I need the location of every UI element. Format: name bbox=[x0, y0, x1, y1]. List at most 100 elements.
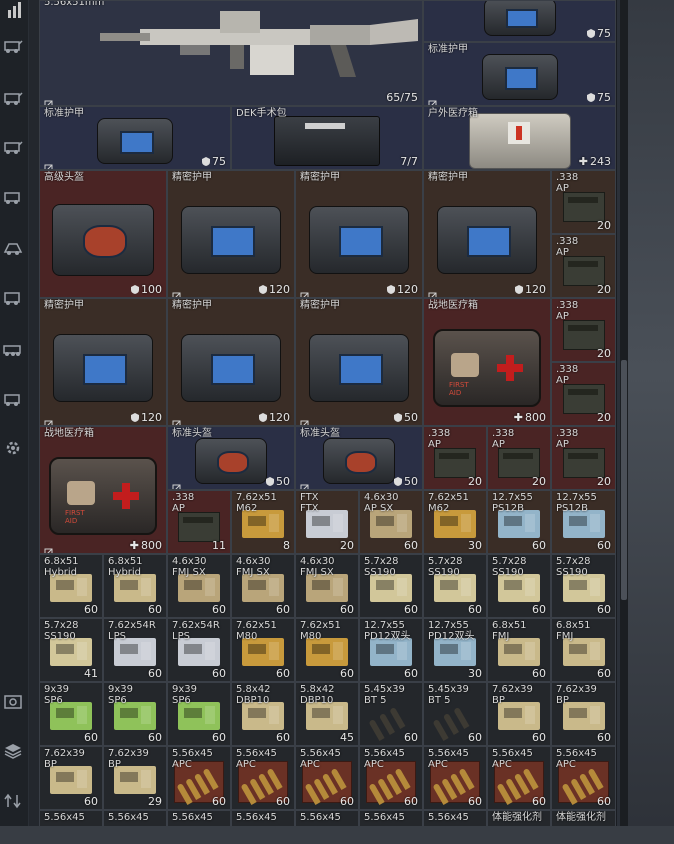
ammo-slot[interactable]: 5.45x39 BT 5 60 bbox=[423, 682, 487, 746]
helmet-slot[interactable]: 高级头盔 100 bbox=[39, 170, 167, 298]
ammo-slot[interactable]: 4.6x30 FMJ SX 60 bbox=[167, 554, 231, 618]
ammo-slot[interactable]: 7.62x51 M62 8 bbox=[231, 490, 295, 554]
ammo-slot[interactable]: 5.56x45 bbox=[295, 810, 359, 826]
ammo-slot[interactable]: 7.62x54R LPS 60 bbox=[103, 618, 167, 682]
armor-slot[interactable]: 标准护甲 75 bbox=[39, 106, 231, 170]
ammo-slot[interactable]: 5.45x39 BT 5 60 bbox=[359, 682, 423, 746]
camera-icon[interactable] bbox=[2, 690, 24, 712]
ammo-slot[interactable]: FTX FTX 20 bbox=[295, 490, 359, 554]
ammo-slot[interactable]: 5.56x45 APC 60 bbox=[295, 746, 359, 810]
ammo-slot[interactable]: 7.62x51 M62 30 bbox=[423, 490, 487, 554]
ammo-slot[interactable]: 5.56x45 APC 60 bbox=[551, 746, 616, 810]
item-count: 60 bbox=[276, 603, 290, 616]
ammo-slot[interactable]: 9x39 SP6 60 bbox=[39, 682, 103, 746]
armor-slot[interactable]: 精密护甲 120 bbox=[167, 170, 295, 298]
ammo-slot[interactable]: 12.7x55 PD12双头 60 bbox=[359, 618, 423, 682]
rifle-slot[interactable]: 5.56x51mm 65/75 bbox=[39, 0, 423, 106]
ammo-box-image bbox=[562, 510, 605, 539]
lock-icon bbox=[300, 414, 309, 425]
ammo-slot[interactable]: 5.56x45 APC 60 bbox=[231, 746, 295, 810]
ammo-slot[interactable]: .338 AP 20 bbox=[551, 170, 616, 234]
vehicle-icon[interactable] bbox=[2, 135, 24, 157]
ammo-slot[interactable]: 7.62x54R LPS 60 bbox=[167, 618, 231, 682]
armor-slot[interactable]: 标准护甲 75 bbox=[423, 42, 616, 106]
ammo-slot[interactable]: 6.8x51 FMJ 60 bbox=[551, 618, 616, 682]
ammo-slot[interactable]: 12.7x55 PS12B 60 bbox=[487, 490, 551, 554]
ammo-slot[interactable]: 5.56x45 bbox=[39, 810, 103, 826]
item-name: 标准护甲 bbox=[428, 44, 468, 55]
vehicle-icon[interactable] bbox=[2, 236, 24, 258]
ammo-slot[interactable]: 5.7x28 SS190 60 bbox=[551, 554, 616, 618]
ammo-slot[interactable]: 5.56x45 bbox=[423, 810, 487, 826]
ammo-slot[interactable]: .338 AP 20 bbox=[551, 234, 616, 298]
helmet-slot[interactable]: 标准头盔 50 bbox=[167, 426, 295, 490]
ammo-slot[interactable]: 6.8x51 Hybrid 60 bbox=[103, 554, 167, 618]
armor-slot[interactable]: 75 bbox=[423, 0, 616, 42]
ammo-slot[interactable]: 7.62x39 BP 29 bbox=[103, 746, 167, 810]
ammo-slot[interactable]: 4.6x30 AP SX 60 bbox=[359, 490, 423, 554]
ammo-slot[interactable]: 9x39 SP6 60 bbox=[167, 682, 231, 746]
scrollbar-thumb[interactable] bbox=[621, 360, 627, 600]
ammo-slot[interactable]: 6.8x51 Hybrid 60 bbox=[39, 554, 103, 618]
ammo-slot[interactable]: 5.56x45 APC 60 bbox=[359, 746, 423, 810]
ammo-slot[interactable]: .338 AP 11 bbox=[167, 490, 231, 554]
ammo-slot[interactable]: .338 AP 20 bbox=[551, 426, 616, 490]
armor-slot[interactable]: 精密护甲 120 bbox=[167, 298, 295, 426]
ammo-slot[interactable]: 5.8x42 DBP10 60 bbox=[231, 682, 295, 746]
ammo-slot[interactable]: 12.7x55 PD12双头 30 bbox=[423, 618, 487, 682]
ammo-slot[interactable]: 7.62x51 M80 60 bbox=[295, 618, 359, 682]
ammo-slot[interactable]: 5.56x45 bbox=[103, 810, 167, 826]
ammo-slot[interactable]: 5.56x45 bbox=[359, 810, 423, 826]
ammo-slot[interactable]: 7.62x39 BP 60 bbox=[39, 746, 103, 810]
ammo-slot[interactable]: 5.7x28 SS190 60 bbox=[423, 554, 487, 618]
gear-icon[interactable] bbox=[2, 437, 24, 459]
ammo-slot[interactable]: 7.62x39 BP 60 bbox=[551, 682, 616, 746]
ammo-slot[interactable]: 9x39 SP6 60 bbox=[103, 682, 167, 746]
armor-slot[interactable]: 精密护甲 120 bbox=[295, 170, 423, 298]
armor-slot[interactable]: 精密护甲 120 bbox=[39, 298, 167, 426]
field-medkit-slot[interactable]: 战地医疗箱 FIRST AID ✚ 800 bbox=[39, 426, 167, 554]
ammo-slot[interactable]: 5.7x28 SS190 60 bbox=[487, 554, 551, 618]
vehicle-icon[interactable] bbox=[2, 286, 24, 308]
item-count: 60 bbox=[532, 667, 546, 680]
ammo-slot[interactable]: 6.8x51 FMJ 60 bbox=[487, 618, 551, 682]
vehicle-icon[interactable] bbox=[2, 86, 24, 108]
ammo-slot[interactable]: 7.62x39 BP 60 bbox=[487, 682, 551, 746]
ammo-slot[interactable]: 5.8x42 DBP10 45 bbox=[295, 682, 359, 746]
layers-icon[interactable] bbox=[2, 740, 24, 762]
item-count: 60 bbox=[340, 795, 354, 808]
ammo-slot[interactable]: 体能强化剂 bbox=[551, 810, 616, 826]
ammo-slot[interactable]: 4.6x30 FMJ SX 60 bbox=[231, 554, 295, 618]
helmet-slot[interactable]: 标准头盔 50 bbox=[295, 426, 423, 490]
ammo-slot[interactable]: .338 AP 20 bbox=[551, 362, 616, 426]
ammo-slot[interactable]: 5.56x45 APC 60 bbox=[423, 746, 487, 810]
vehicle-icon[interactable] bbox=[2, 185, 24, 207]
armor-slot[interactable]: 精密护甲 120 bbox=[423, 170, 551, 298]
ammo-slot[interactable]: .338 AP 20 bbox=[487, 426, 551, 490]
ammo-slot[interactable]: 5.56x45 bbox=[231, 810, 295, 826]
scrollbar[interactable] bbox=[620, 0, 628, 826]
ammo-slot[interactable]: .338 AP 20 bbox=[423, 426, 487, 490]
vehicle-icon[interactable] bbox=[2, 337, 24, 359]
ammo-slot[interactable]: .338 AP 20 bbox=[551, 298, 616, 362]
ammo-slot[interactable]: 12.7x55 PS12B 60 bbox=[551, 490, 616, 554]
surgery-kit-slot[interactable]: DEK手术包 7/7 bbox=[231, 106, 423, 170]
ammo-slot[interactable]: 体能强化剂 bbox=[487, 810, 551, 826]
field-medkit-slot[interactable]: 战地医疗箱 FIRST AID ✚ 800 bbox=[423, 298, 551, 426]
vehicle-icon[interactable] bbox=[2, 34, 24, 56]
ammo-slot[interactable]: 4.6x30 FMJ SX 60 bbox=[295, 554, 359, 618]
transfer-icon[interactable] bbox=[2, 790, 24, 812]
ammo-slot[interactable]: 5.7x28 SS190 60 bbox=[359, 554, 423, 618]
medkit-slot[interactable]: 户外医疗箱 ✚ 243 bbox=[423, 106, 616, 170]
item-name: 5.8x42 DBP10 bbox=[236, 684, 271, 706]
signal-icon[interactable] bbox=[2, 0, 24, 22]
ammo-slot[interactable]: 5.7x28 SS190 41 bbox=[39, 618, 103, 682]
helmet-image bbox=[323, 438, 395, 485]
ammo-slot[interactable]: 7.62x51 M80 60 bbox=[231, 618, 295, 682]
ammo-slot[interactable]: 5.56x45 bbox=[167, 810, 231, 826]
durability-icon bbox=[259, 413, 267, 422]
ammo-slot[interactable]: 5.56x45 APC 60 bbox=[167, 746, 231, 810]
vehicle-icon[interactable] bbox=[2, 387, 24, 409]
armor-slot[interactable]: 精密护甲 50 bbox=[295, 298, 423, 426]
ammo-slot[interactable]: 5.56x45 APC 60 bbox=[487, 746, 551, 810]
